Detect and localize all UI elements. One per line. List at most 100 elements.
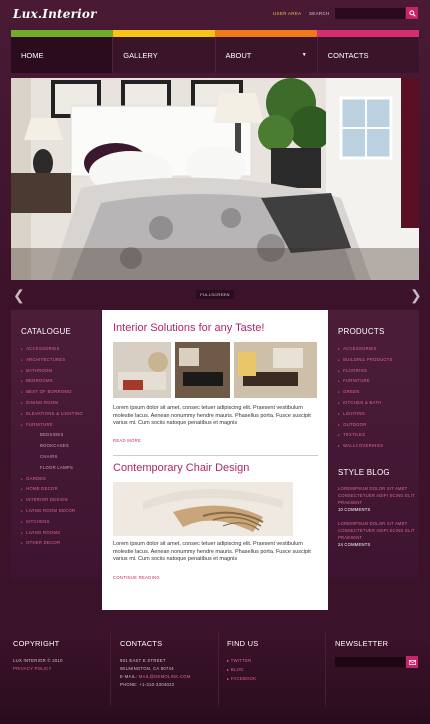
- product-item[interactable]: ▸ LIGHTING: [338, 409, 393, 420]
- product-item[interactable]: ▸ KITCHEN & BATH: [338, 398, 393, 409]
- product-item[interactable]: ▸ BUILDING PRODUCTS: [338, 355, 393, 366]
- catalogue-item[interactable]: ▸ ACCESSORIES: [21, 344, 83, 355]
- product-item[interactable]: ▸ OUTDOOR: [338, 420, 393, 431]
- catalogue-item[interactable]: ▸ KITCHENS: [21, 517, 83, 528]
- copyright-text: LUX INTERIOR © 2010: [13, 658, 63, 663]
- search-icon: [408, 9, 416, 17]
- newsletter-email-input[interactable]: [335, 657, 405, 667]
- catalogue-subitem[interactable]: CHAIRS: [21, 452, 83, 463]
- blog-entry-text[interactable]: LOREMIPSUM DOLOR SIT AMET CONSECTETUER A…: [338, 485, 418, 506]
- catalogue-item[interactable]: ▸ ARCHITECTURES: [21, 355, 83, 366]
- color-bar: [11, 30, 419, 37]
- catalogue-section: CATALOGUE ▸ ACCESSORIES ▸ ARCHITECTURES ▸ BAT…: [21, 327, 83, 549]
- facebook-link[interactable]: ▸ FACEBOOK: [227, 676, 258, 681]
- product-item[interactable]: ▸ FLOORING: [338, 366, 393, 377]
- slider-prev-arrow-icon[interactable]: ❮: [13, 287, 25, 304]
- read-more-link[interactable]: READ MORE: [113, 438, 141, 443]
- post-image-living-room: [113, 342, 317, 398]
- nav-item-about-label: ABOUT: [225, 51, 252, 60]
- blog-entry-comments[interactable]: 24 COMMENTS: [338, 542, 418, 547]
- main-nav: HOME GALLERY ABOUT ▼ CONTACTS: [11, 37, 419, 73]
- logo[interactable]: Lux.Interior: [13, 7, 97, 21]
- twitter-link[interactable]: ▸ TWITTER: [227, 658, 258, 663]
- slider-next-arrow-icon[interactable]: ❯: [410, 287, 422, 304]
- catalogue-item-label: HOME DECOR: [26, 486, 58, 492]
- catalogue-item[interactable]: ▸ INTERIOR DESIGN: [21, 495, 83, 506]
- style-blog-section: STYLE BLOG LOREMIPSUM DOLOR SIT AMET CON…: [338, 468, 418, 547]
- catalogue-item[interactable]: ▸ BEDROOMS: [21, 376, 83, 387]
- catalogue-item[interactable]: ▸ BATHROOM: [21, 366, 83, 377]
- product-item-label: LIGHTING: [343, 410, 366, 416]
- product-item-label: GREEN: [343, 389, 360, 395]
- bullet-icon: ▸: [21, 390, 24, 395]
- catalogue-item[interactable]: ▸ OTHER DECOR: [21, 538, 83, 549]
- catalogue-subitem[interactable]: BEDSIDES: [21, 430, 83, 441]
- nav-item-home[interactable]: HOME: [11, 37, 114, 73]
- footer-find-us: FIND US ▸ TWITTER ▸ BLOG ▸ FACEBOOK: [227, 639, 258, 681]
- user-area-link[interactable]: USER AREA: [273, 11, 301, 16]
- search-button[interactable]: [406, 7, 418, 19]
- catalogue-item-label: CHAIRS: [40, 453, 58, 459]
- catalogue-item-label: FLOOR LAMPS: [40, 464, 74, 470]
- fullscreen-button[interactable]: FULLSCREEN: [196, 290, 234, 299]
- product-item[interactable]: ▸ ACCESSORIES: [338, 344, 393, 355]
- blog-entry-comments[interactable]: 10 COMMENTS: [338, 507, 418, 512]
- nav-item-gallery[interactable]: GALLERY: [113, 37, 216, 73]
- bullet-icon: ▸: [21, 476, 24, 481]
- nav-item-about[interactable]: ABOUT ▼: [216, 37, 318, 73]
- catalogue-item[interactable]: ▸ DINING ROOM: [21, 398, 83, 409]
- bullet-icon: ▸: [338, 400, 341, 405]
- twitter-link-label: TWITTER: [230, 658, 252, 663]
- newsletter-title: NEWSLETTER: [335, 639, 389, 648]
- catalogue-item[interactable]: ▸ FURNITURE: [21, 420, 83, 431]
- bullet-icon: ▸: [338, 411, 341, 416]
- catalogue-title: CATALOGUE: [21, 327, 71, 336]
- continue-reading-link[interactable]: CONTINUE READING: [113, 575, 160, 580]
- catalogue-item[interactable]: ▸ HOME DECOR: [21, 484, 83, 495]
- search-input[interactable]: [335, 8, 405, 19]
- catalogue-item-label: ELEVATIONS & LIGHTING: [26, 410, 83, 416]
- catalogue-subitem[interactable]: BOOKCASES: [21, 441, 83, 452]
- post-title[interactable]: Interior Solutions for any Taste!: [113, 322, 264, 334]
- privacy-policy-link[interactable]: PRIVACY POLICY: [13, 666, 63, 671]
- catalogue-subitem[interactable]: FLOOR LAMPS: [21, 463, 83, 474]
- bullet-icon: ▸: [21, 487, 24, 492]
- nav-item-contacts[interactable]: CONTACTS: [318, 37, 419, 73]
- bullet-icon: ▸: [21, 519, 24, 524]
- bullet-icon: ▸: [21, 379, 24, 384]
- catalogue-item-label: LIVING ROOM DECOR: [26, 507, 76, 513]
- catalogue-item[interactable]: ▸ BEST OF BORROMO: [21, 387, 83, 398]
- product-item-label: ACCESSORIES: [343, 346, 377, 351]
- bullet-icon: ▸: [21, 508, 24, 513]
- blog-link[interactable]: ▸ BLOG: [227, 667, 258, 672]
- bullet-icon: ▸: [21, 498, 24, 503]
- catalogue-item-label: OTHER DECOR: [26, 540, 61, 546]
- catalogue-item[interactable]: ▸ LIVING ROOM DECOR: [21, 506, 83, 517]
- product-item-label: WALLCOVERINGS: [343, 443, 384, 449]
- product-item[interactable]: ▸ FURNITURE: [338, 376, 393, 387]
- product-item[interactable]: ▸ GREEN: [338, 387, 393, 398]
- footer-divider: [218, 631, 219, 706]
- color-bar-green: [11, 30, 113, 37]
- catalogue-item[interactable]: ▸ GARDEN: [21, 474, 83, 485]
- post-title[interactable]: Contemporary Chair Design: [113, 462, 249, 474]
- blog-entry-text[interactable]: LOREMIPSUM DOLOR SIT AMET CONSECTETUER A…: [338, 520, 418, 541]
- catalogue-list: ▸ ACCESSORIES ▸ ARCHITECTURES ▸ BATHROOM ▸ BEDR…: [21, 344, 83, 549]
- catalogue-item[interactable]: ▸ ELEVATIONS & LIGHTING: [21, 409, 83, 420]
- catalogue-item-label: ARCHITECTURES: [26, 356, 66, 362]
- products-list: ▸ ACCESSORIES ▸ BUILDING PRODUCTS ▸ FLOORING ▸…: [338, 344, 393, 452]
- product-item-label: TEXTILES: [343, 432, 366, 438]
- catalogue-item[interactable]: ▸ LIVING ROOMS: [21, 528, 83, 539]
- catalogue-item-label: BEST OF BORROMO: [26, 389, 72, 395]
- envelope-icon: [408, 659, 416, 665]
- bullet-icon: ▸: [21, 541, 24, 546]
- bullet-icon: ▸: [338, 433, 341, 438]
- address-line: WILMINGTON, CA 90744: [120, 666, 174, 671]
- newsletter-submit-button[interactable]: [406, 656, 418, 668]
- catalogue-item-label: KITCHENS: [26, 518, 50, 524]
- product-item[interactable]: ▸ WALLCOVERINGS: [338, 441, 393, 452]
- product-item[interactable]: ▸ TEXTILES: [338, 430, 393, 441]
- email-label: E-MAIL:: [120, 674, 138, 679]
- product-item-label: FURNITURE: [343, 378, 370, 384]
- email-link[interactable]: MAIL@DEMOLINK.COM: [139, 674, 191, 679]
